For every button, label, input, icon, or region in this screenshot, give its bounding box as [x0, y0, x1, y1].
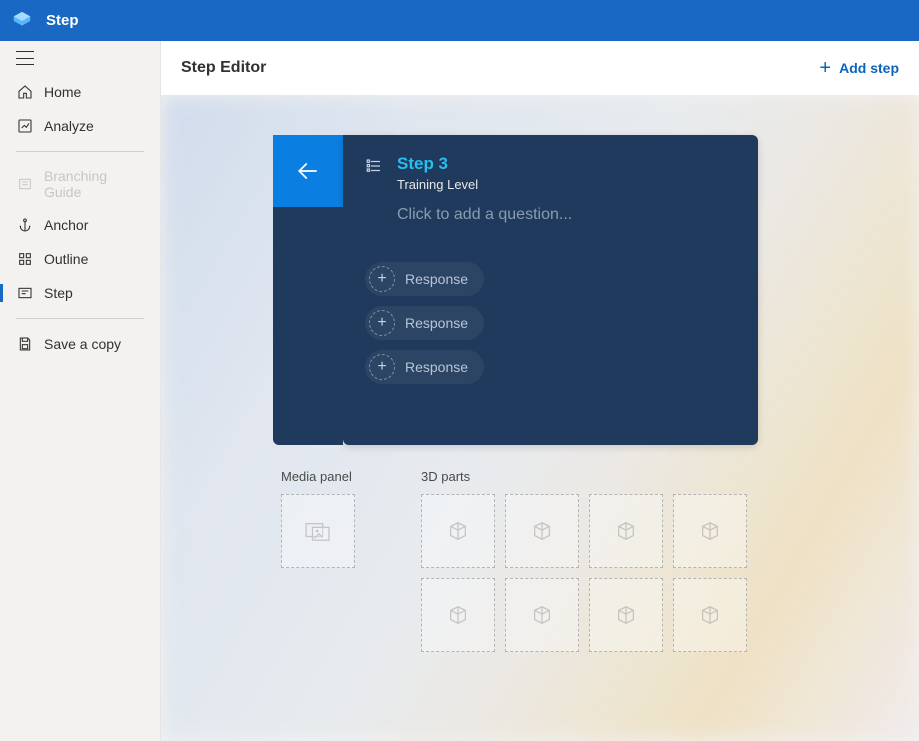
sidebar-divider: [16, 318, 144, 319]
analyze-icon: [16, 117, 34, 135]
outline-icon: [16, 250, 34, 268]
part-slot[interactable]: [589, 578, 663, 652]
sidebar-item-save-copy[interactable]: Save a copy: [0, 327, 160, 361]
sidebar-item-outline[interactable]: Outline: [0, 242, 160, 276]
part-slot[interactable]: [505, 578, 579, 652]
response-chip[interactable]: + Response: [365, 350, 484, 384]
cube-icon: [615, 604, 637, 626]
title-bar: Step: [0, 0, 919, 41]
plus-circle-icon: +: [369, 354, 395, 380]
cube-icon: [447, 520, 469, 542]
cube-icon: [699, 604, 721, 626]
step-card: Step 3 Training Level Click to add a que…: [343, 135, 758, 445]
image-icon: [305, 520, 331, 542]
part-slot[interactable]: [421, 578, 495, 652]
add-step-button[interactable]: + Add step: [819, 58, 899, 78]
plus-circle-icon: +: [369, 266, 395, 292]
sidebar-item-label: Anchor: [44, 217, 88, 233]
sidebar-item-label: Branching Guide: [44, 168, 144, 200]
part-slot[interactable]: [673, 578, 747, 652]
cube-icon: [615, 520, 637, 542]
media-panel-title: Media panel: [281, 469, 355, 484]
step-subtitle: Training Level: [397, 177, 478, 192]
app-logo-icon: [10, 9, 34, 33]
response-label: Response: [405, 359, 468, 375]
parts-panel: 3D parts: [421, 469, 756, 652]
question-input[interactable]: Click to add a question...: [397, 206, 758, 224]
sidebar-divider: [16, 151, 144, 152]
cube-icon: [699, 520, 721, 542]
parts-panel-title[data-name]: 3D parts: [421, 469, 756, 484]
plus-circle-icon: +: [369, 310, 395, 336]
app-title: Step: [46, 12, 79, 29]
cube-icon: [531, 604, 553, 626]
cube-icon: [447, 604, 469, 626]
sidebar-item-anchor[interactable]: Anchor: [0, 208, 160, 242]
sidebar-item-label: Home: [44, 84, 81, 100]
back-button[interactable]: [273, 135, 343, 207]
response-label: Response: [405, 271, 468, 287]
sidebar-item-label: Save a copy: [44, 336, 121, 352]
editor-header: Step Editor + Add step: [161, 41, 919, 95]
cube-icon: [531, 520, 553, 542]
response-chip[interactable]: + Response: [365, 306, 484, 340]
sidebar-item-step[interactable]: Step: [0, 276, 160, 310]
sidebar-item-label: Step: [44, 285, 73, 301]
part-slot[interactable]: [589, 494, 663, 568]
step-icon: [16, 284, 34, 302]
sidebar-item-home[interactable]: Home: [0, 75, 160, 109]
step-title: Step 3: [397, 153, 478, 175]
list-icon: [365, 157, 383, 175]
guide-icon: [16, 175, 34, 193]
anchor-icon: [16, 216, 34, 234]
menu-toggle-icon[interactable]: [16, 51, 34, 65]
media-panel: Media panel: [281, 469, 355, 652]
plus-icon: +: [819, 58, 831, 78]
part-slot[interactable]: [673, 494, 747, 568]
sidebar-item-branching-guide[interactable]: Branching Guide: [0, 160, 160, 208]
response-chip[interactable]: + Response: [365, 262, 484, 296]
sidebar: Home Analyze Branching Guide Anchor Out: [0, 41, 161, 741]
save-icon: [16, 335, 34, 353]
response-label: Response: [405, 315, 468, 331]
part-slot[interactable]: [505, 494, 579, 568]
media-slot[interactable]: [281, 494, 355, 568]
sidebar-item-label: Outline: [44, 251, 88, 267]
home-icon: [16, 83, 34, 101]
editor-heading: Step Editor: [181, 59, 266, 77]
arrow-left-icon: [293, 156, 323, 186]
sidebar-item-analyze[interactable]: Analyze: [0, 109, 160, 143]
sidebar-item-label: Analyze: [44, 118, 94, 134]
add-step-label: Add step: [839, 60, 899, 76]
part-slot[interactable]: [421, 494, 495, 568]
